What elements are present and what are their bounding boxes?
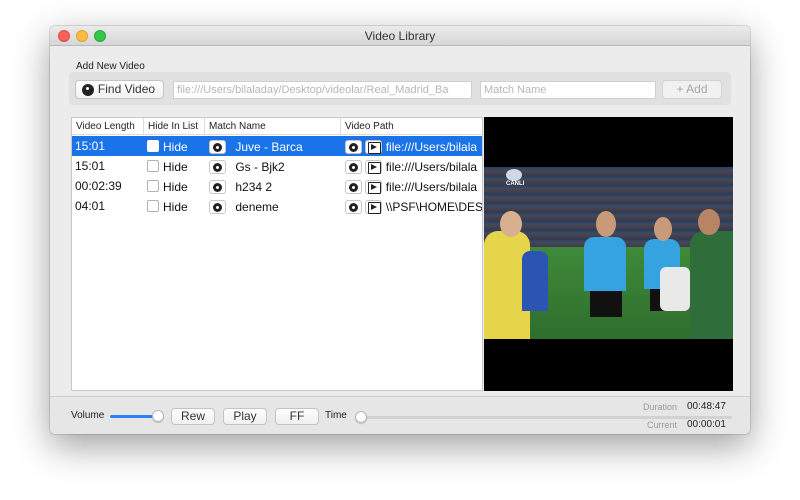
hide-cell: Hide — [147, 176, 209, 196]
maximize-window-icon[interactable] — [94, 30, 106, 42]
volume-label: Volume — [71, 410, 105, 421]
match-name-text: deneme — [235, 199, 279, 214]
column-video-length[interactable]: Video Length — [72, 118, 144, 135]
close-window-icon[interactable] — [58, 30, 70, 42]
column-hide-in-list[interactable]: Hide In List — [144, 118, 205, 135]
search-icon[interactable] — [345, 159, 362, 174]
play-button[interactable]: Play — [223, 408, 267, 425]
hide-checkbox[interactable] — [147, 179, 159, 192]
video-path-text: \\PSF\HOME\DES — [385, 199, 483, 214]
hide-checkbox[interactable] — [147, 139, 159, 152]
hide-checkbox[interactable] — [147, 159, 159, 172]
search-icon[interactable] — [345, 199, 362, 214]
add-video-button[interactable]: + Add — [662, 80, 722, 99]
title-bar[interactable]: Video Library — [50, 26, 750, 46]
current-label: Current — [647, 420, 678, 430]
search-icon[interactable] — [209, 199, 226, 214]
hide-label: Hide — [163, 159, 188, 174]
player-head — [698, 209, 720, 235]
video-frame: CANLI — [484, 167, 733, 339]
video-path-text: file:///Users/bilala — [385, 139, 478, 154]
duration-value: 00:48:47 — [687, 401, 726, 412]
channel-logo-icon — [506, 169, 522, 181]
match-cell: Juve - Barca — [209, 136, 344, 156]
add-video-group: Find Video file:///Users/bilaladay/Deskt… — [69, 72, 731, 105]
hide-cell: Hide — [147, 156, 209, 176]
window-title: Video Library — [364, 29, 436, 43]
video-length-cell: 00:02:39 — [75, 179, 122, 193]
rew-button[interactable]: Rew — [171, 408, 215, 425]
column-video-path[interactable]: Video Path — [341, 118, 482, 135]
match-cell: Gs - Bjk2 — [209, 156, 344, 176]
play-video-icon[interactable] — [365, 179, 383, 194]
path-cell: file:///Users/bilala — [345, 156, 482, 176]
volume-slider-knob[interactable] — [152, 410, 164, 422]
duration-label: Duration — [643, 402, 678, 412]
time-label: Time — [325, 410, 347, 421]
hide-cell: Hide — [147, 136, 209, 156]
ff-button[interactable]: FF — [275, 408, 319, 425]
match-name-text: h234 2 — [235, 179, 273, 194]
video-length-cell: 15:01 — [75, 159, 106, 173]
player-head — [500, 211, 522, 237]
live-badge: CANLI — [506, 181, 525, 187]
referee-head — [654, 217, 672, 241]
play-video-icon[interactable] — [365, 139, 383, 154]
add-new-video-label: Add New Video — [76, 61, 145, 72]
time-slider-track[interactable] — [358, 416, 732, 419]
minimize-window-icon[interactable] — [76, 30, 88, 42]
match-name-text: Juve - Barca — [235, 139, 303, 154]
player-figure — [522, 251, 548, 311]
path-cell: file:///Users/bilala — [345, 136, 482, 156]
hide-checkbox[interactable] — [147, 199, 159, 212]
referee-shorts — [590, 291, 622, 317]
match-name-text: Gs - Bjk2 — [235, 159, 285, 174]
search-icon — [82, 84, 94, 96]
match-name-input[interactable]: Match Name — [480, 81, 656, 99]
table-row[interactable]: 15:01 Hide Juve - Barca file:///Users/bi… — [72, 136, 482, 156]
player-figure — [690, 231, 733, 339]
search-icon[interactable] — [345, 179, 362, 194]
play-video-icon[interactable] — [365, 159, 383, 174]
table-row[interactable]: 15:01 Hide Gs - Bjk2 file:///Users/bilal… — [72, 156, 482, 176]
match-cell: deneme — [209, 196, 344, 216]
video-length-cell: 15:01 — [75, 139, 106, 153]
hide-label: Hide — [163, 139, 188, 154]
current-value: 00:00:01 — [687, 419, 726, 430]
path-cell: file:///Users/bilala — [345, 176, 482, 196]
path-cell: \\PSF\HOME\DES — [345, 196, 483, 216]
video-library-window: Video Library Add New Video Find Video f… — [50, 26, 750, 434]
video-length-cell: 04:01 — [75, 199, 106, 213]
find-video-button[interactable]: Find Video — [75, 80, 164, 99]
referee-figure — [584, 237, 626, 291]
search-icon[interactable] — [209, 139, 226, 154]
hide-label: Hide — [163, 179, 188, 194]
video-path-input[interactable]: file:///Users/bilaladay/Desktop/videolar… — [173, 81, 472, 99]
video-path-text: file:///Users/bilala — [385, 179, 478, 194]
referee-head — [596, 211, 616, 237]
search-icon[interactable] — [209, 159, 226, 174]
pennant — [660, 267, 690, 311]
play-video-icon[interactable] — [365, 199, 383, 214]
find-video-label: Find Video — [97, 82, 156, 96]
column-match-name[interactable]: Match Name — [205, 118, 341, 135]
video-table[interactable]: Video Length Hide In List Match Name Vid… — [71, 117, 483, 391]
match-cell: h234 2 — [209, 176, 344, 196]
video-path-text: file:///Users/bilala — [385, 159, 478, 174]
hide-cell: Hide — [147, 196, 209, 216]
video-player[interactable]: CANLI — [484, 117, 733, 391]
playback-controls: Volume Rew Play FF Time Duration 00:48:4… — [50, 396, 750, 434]
table-header: Video Length Hide In List Match Name Vid… — [72, 118, 482, 135]
time-slider-knob[interactable] — [355, 411, 367, 423]
search-icon[interactable] — [209, 179, 226, 194]
table-row[interactable]: 00:02:39 Hide h234 2 file:///Users/bilal… — [72, 176, 482, 196]
search-icon[interactable] — [345, 139, 362, 154]
hide-label: Hide — [163, 199, 188, 214]
table-row[interactable]: 04:01 Hide deneme \\PSF\HOME\DES — [72, 196, 483, 216]
